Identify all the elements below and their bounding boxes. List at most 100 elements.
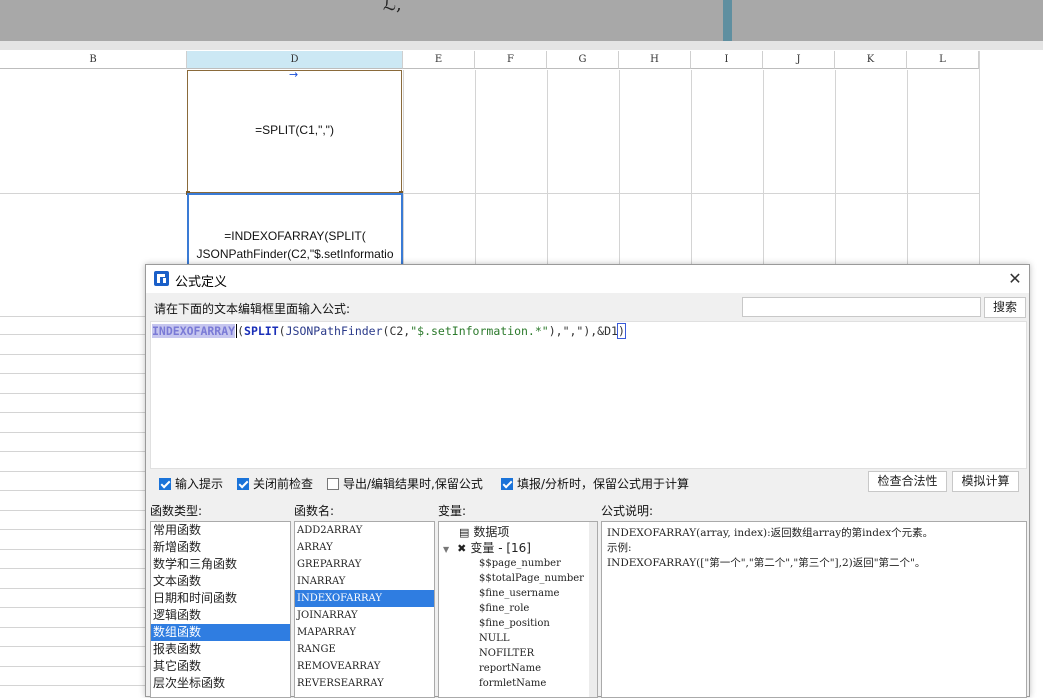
formula-string: "$.setInformation.*": [410, 324, 549, 338]
list-item[interactable]: MAPARRAY: [295, 624, 434, 641]
scrollbar[interactable]: [589, 522, 597, 697]
tree-node-data-item[interactable]: ▤ 数据项: [439, 524, 597, 540]
list-item[interactable]: JOINARRAY: [295, 607, 434, 624]
column-header-f[interactable]: F: [475, 51, 547, 69]
tree-item[interactable]: reportName: [479, 661, 597, 676]
func-type-list[interactable]: 常用函数 新增函数 数学和三角函数 文本函数 日期和时间函数 逻辑函数 数组函数…: [150, 521, 291, 698]
chevron-down-icon[interactable]: ▼: [443, 545, 449, 554]
column-header-row: B D E F G H I J K L: [0, 51, 1043, 70]
description-line: 示例:: [607, 542, 632, 554]
cell-d2-formula-line2: JSONPathFinder(C2,"$.setInformatio: [196, 247, 394, 261]
cell-d2[interactable]: =INDEXOFARRAY(SPLIT( JSONPathFinder(C2,"…: [187, 193, 403, 273]
column-header-k[interactable]: K: [835, 51, 907, 69]
option-keep-formula-fill[interactable]: 填报/分析时，保留公式用于计算: [501, 475, 689, 491]
grid-line: [0, 432, 145, 433]
formula-function: JSONPathFinder: [285, 324, 383, 338]
description-line: INDEXOFARRAY(["第一个","第二个","第三个"],2)返回"第二…: [607, 557, 926, 569]
grid-line: [619, 70, 620, 270]
search-button[interactable]: 搜索: [984, 297, 1026, 318]
list-item-selected[interactable]: INDEXOFARRAY: [295, 590, 434, 607]
toolbar-area: [0, 0, 1043, 41]
formula-description: INDEXOFARRAY(array, index):返回数组array的第in…: [601, 521, 1027, 698]
checkbox-checked-icon[interactable]: [159, 478, 171, 490]
formula-text: INDEXOFARRAY (SPLIT(JSONPathFinder(C2,"$.…: [152, 323, 626, 339]
grid-line: [0, 568, 145, 569]
option-keep-formula-export[interactable]: 导出/编辑结果时,保留公式: [327, 475, 483, 491]
list-item[interactable]: 其它函数: [151, 658, 290, 675]
tree-item[interactable]: $$page_number: [479, 556, 597, 571]
grid-line: [0, 588, 145, 589]
formula-editor[interactable]: INDEXOFARRAY (SPLIT(JSONPathFinder(C2,"$.…: [150, 321, 1027, 469]
grid-line: [0, 451, 145, 452]
list-item[interactable]: 层次坐标函数: [151, 675, 290, 692]
column-header-l[interactable]: L: [907, 51, 979, 69]
search-input[interactable]: [742, 297, 981, 317]
close-icon[interactable]: ✕: [1004, 268, 1026, 290]
list-item[interactable]: GREPARRAY: [295, 556, 434, 573]
checkbox-unchecked-icon[interactable]: [327, 478, 339, 490]
column-header-e[interactable]: E: [403, 51, 475, 69]
list-item[interactable]: ADD2ARRAY: [295, 522, 434, 539]
tree-item[interactable]: formletName: [479, 676, 597, 691]
checkbox-checked-icon[interactable]: [237, 478, 249, 490]
tree-item[interactable]: NULL: [479, 631, 597, 646]
grid-line: [0, 510, 145, 511]
grid-line: [0, 393, 145, 394]
column-header-h[interactable]: H: [619, 51, 691, 69]
grid-line: [907, 70, 908, 270]
variables-label: 变量:: [438, 504, 467, 518]
tree-item[interactable]: $$totalPage_number: [479, 571, 597, 586]
column-header-j[interactable]: J: [763, 51, 835, 69]
list-item[interactable]: ARRAY: [295, 539, 434, 556]
grid-line: [691, 70, 692, 270]
list-item[interactable]: 逻辑函数: [151, 607, 290, 624]
list-item[interactable]: 数学和三角函数: [151, 556, 290, 573]
grid-line: [0, 529, 145, 530]
column-header-b[interactable]: B: [0, 51, 187, 69]
list-item-selected[interactable]: 数组函数: [151, 624, 290, 641]
grid-line: [0, 412, 145, 413]
grid-line: [0, 334, 145, 335]
column-header-i[interactable]: I: [691, 51, 763, 69]
list-item[interactable]: 常用函数: [151, 522, 290, 539]
checkbox-checked-icon[interactable]: [501, 478, 513, 490]
table-icon: ▤: [459, 526, 470, 539]
grid-line: [0, 646, 145, 647]
list-item[interactable]: REVERSEARRAY: [295, 675, 434, 692]
tree-item[interactable]: $fine_position: [479, 616, 597, 631]
option-input-hint[interactable]: 输入提示: [159, 475, 223, 491]
dialog-title: 公式定义: [175, 274, 228, 289]
formula-args: (C2,: [382, 324, 411, 338]
grid-line: [403, 70, 404, 270]
column-header-d[interactable]: D: [187, 51, 403, 69]
tree-item[interactable]: $fine_username: [479, 586, 597, 601]
toolbar-glyph-icon: ℒ,: [383, 0, 402, 15]
list-item[interactable]: REMOVEARRAY: [295, 658, 434, 675]
option-check-before-close[interactable]: 关闭前检查: [237, 475, 313, 491]
column-header-g[interactable]: G: [547, 51, 619, 69]
formula-paren: (: [278, 324, 286, 338]
validate-button[interactable]: 检查合法性: [868, 471, 947, 492]
grid-line: [0, 490, 145, 491]
list-item[interactable]: 报表函数: [151, 641, 290, 658]
description-label: 公式说明:: [601, 504, 654, 518]
cell-d1[interactable]: =SPLIT(C1,","): [187, 70, 402, 193]
list-item[interactable]: INARRAY: [295, 573, 434, 590]
list-item[interactable]: RANGE: [295, 641, 434, 658]
func-name-list[interactable]: ADD2ARRAY ARRAY GREPARRAY INARRAY INDEXO…: [294, 521, 435, 698]
variables-tree[interactable]: ▤ 数据项 ▼ ✖ 变量 - [16] $$page_number $$totalPa…: [438, 521, 598, 698]
tree-node-variables[interactable]: ▼ ✖ 变量 - [16]: [439, 540, 597, 556]
grid-line: [979, 51, 980, 270]
list-item[interactable]: 新增函数: [151, 539, 290, 556]
list-item[interactable]: 日期和时间函数: [151, 590, 290, 607]
func-name-label: 函数名:: [294, 504, 335, 518]
dialog-titlebar[interactable]: 公式定义 ✕: [146, 265, 1029, 293]
description-line: INDEXOFARRAY(array, index):返回数组array的第in…: [607, 527, 934, 539]
grid-line: [0, 373, 145, 374]
list-item[interactable]: 文本函数: [151, 573, 290, 590]
tree-item[interactable]: NOFILTER: [479, 646, 597, 661]
simulate-button[interactable]: 模拟计算: [952, 471, 1019, 492]
expand-arrow-icon: →: [289, 68, 299, 81]
tree-item[interactable]: $fine_role: [479, 601, 597, 616]
formula-function: SPLIT: [244, 324, 279, 338]
